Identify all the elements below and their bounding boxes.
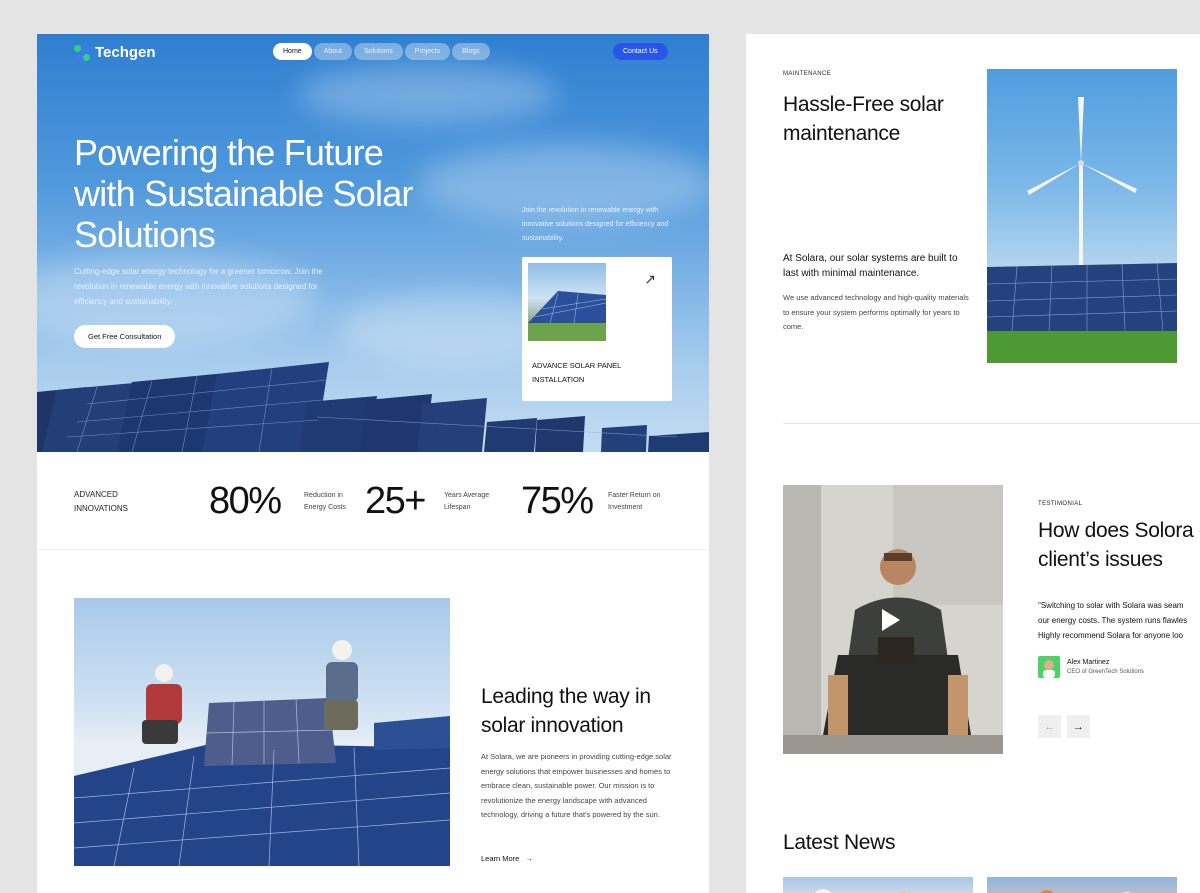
arrow-right-icon: → (1073, 720, 1084, 733)
avatar (1038, 656, 1060, 678)
brand-name: Techgen (95, 44, 156, 61)
arrow-up-right-icon[interactable]: ↗ (644, 271, 656, 288)
stat-desc: Reduction in Energy Costs (304, 492, 347, 511)
maintenance-text: We use advanced technology and high-qual… (783, 293, 969, 331)
maintenance-title: Hassle-Free solar maintenance (783, 93, 944, 145)
stats-section: ADVANCED INNOVATIONS 80% Reduction in En… (37, 452, 709, 550)
hero-subtitle: Cutting-edge solar energy technology for… (74, 267, 323, 306)
quote-line: our energy costs. The system runs flawle… (1038, 616, 1188, 625)
author-role: CEO of GreenTech Solutions (1067, 669, 1145, 675)
stat-value: 25+ (365, 480, 426, 522)
contact-us-button[interactable]: Contact Us (613, 43, 668, 60)
maintenance-eyebrow: MAINTENANCE (783, 71, 832, 77)
next-testimonial-button[interactable]: → (1067, 715, 1090, 738)
lead-title: Leading the way in solar innovation (481, 685, 651, 737)
nav-projects[interactable]: Projects (404, 43, 451, 60)
stat-desc: Years Average Lifespan (444, 492, 490, 511)
card-label: ADVANCE SOLAR PANEL INSTALLATION (532, 361, 622, 384)
quote-line: "Switching to solar with Solara was seam (1038, 601, 1184, 610)
nav-home[interactable]: Home (273, 43, 312, 60)
nav-solutions[interactable]: Solutions (353, 43, 403, 60)
stat-desc: Faster Return on Investment (608, 492, 661, 511)
service-card[interactable]: ↗ ADVANCE SOLAR PANEL INSTALLATION (522, 257, 672, 401)
wind-turbine-image (987, 69, 1177, 363)
main-nav: Home About Solutions Projects Blogs (273, 43, 490, 60)
solar-panel-thumbnail (528, 263, 606, 341)
section-divider (783, 423, 1200, 424)
detail-page: MAINTENANCE Hassle-Free solar maintenanc… (746, 34, 1200, 893)
news-title: Latest News (783, 831, 896, 854)
nav-blogs[interactable]: Blogs (452, 43, 490, 60)
lead-text: At Solara, we are pioneers in providing … (481, 752, 672, 819)
testimonial-author: Alex Martinez CEO of GreenTech Solutions (1038, 656, 1144, 678)
hero-title: Powering the Future with Sustainable Sol… (74, 132, 413, 255)
nav-about[interactable]: About (313, 43, 352, 60)
maintenance-lead: At Solara, our solar systems are built t… (783, 253, 958, 279)
news-thumbnail[interactable] (987, 877, 1177, 893)
play-icon[interactable] (882, 609, 900, 631)
learn-more-link[interactable]: Learn More → (481, 854, 533, 863)
hero-side-text: Join the revolution in renewable energy … (522, 207, 669, 242)
stat-value: 80% (209, 480, 282, 522)
stat-value: 75% (521, 480, 594, 522)
testimonial-eyebrow: TESTIMONIAL (1038, 501, 1083, 507)
stats-label: ADVANCED INNOVATIONS (74, 490, 128, 513)
hero-section: Techgen Home About Solutions Projects Bl… (37, 34, 709, 452)
testimonial-quote: "Switching to solar with Solara was seam… (1038, 598, 1200, 643)
logo-icon (74, 44, 90, 61)
prev-testimonial-button[interactable]: ← (1038, 715, 1061, 738)
quote-line: Highly recommend Solara for anyone loo (1038, 631, 1183, 640)
learn-more-label: Learn More (481, 854, 520, 863)
author-name: Alex Martinez (1067, 659, 1110, 666)
arrow-left-icon: ← (1044, 720, 1055, 733)
arrow-right-icon: → (525, 854, 533, 863)
news-thumbnail[interactable] (783, 877, 973, 893)
testimonial-title: How does Solora our client’s issues (1038, 519, 1200, 571)
home-page: Techgen Home About Solutions Projects Bl… (37, 34, 709, 893)
workers-installing-panels-image (74, 598, 450, 866)
brand-logo[interactable]: Techgen (74, 44, 156, 61)
testimonial-video-thumbnail[interactable] (783, 485, 1003, 754)
